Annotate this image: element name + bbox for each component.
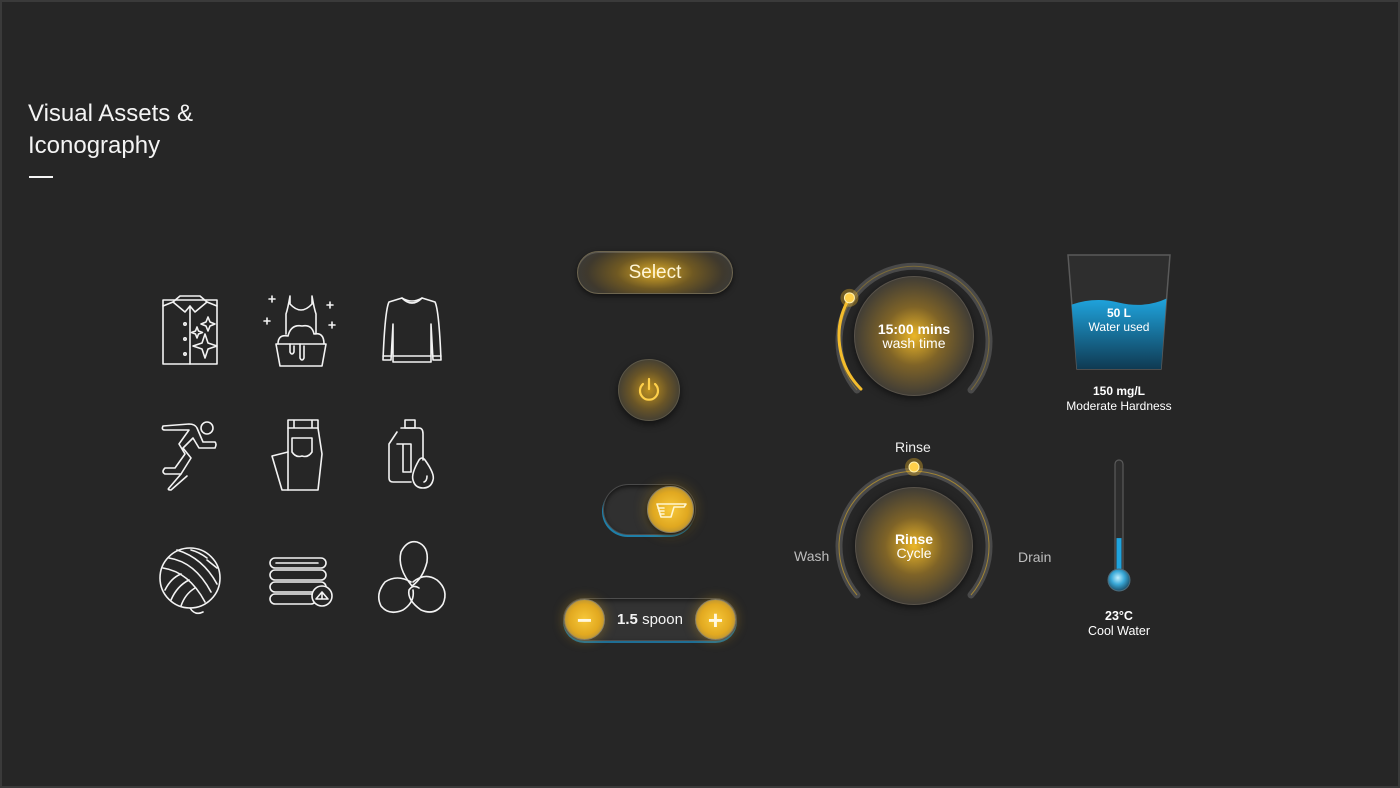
trefoil-knot-icon [367, 538, 457, 618]
cycle-label-drain[interactable]: Drain [1018, 549, 1051, 565]
hardness-caption: 150 mg/L Moderate Hardness [1049, 384, 1189, 414]
stepper-number: 1.5 [617, 611, 638, 628]
wash-time-dial[interactable]: 15:00 mins wash time [833, 255, 995, 417]
cycle-center: Rinse Cycle [855, 487, 973, 605]
timer-label: wash time [882, 335, 946, 351]
thermometer-bulb [1107, 568, 1131, 592]
detergent-bottle-drop-icon [367, 414, 457, 494]
running-person-icon [145, 414, 235, 494]
shirt-sparkle-icon [145, 290, 235, 370]
timer-center: 15:00 mins wash time [854, 276, 974, 396]
title-line-1: Visual Assets & [28, 100, 193, 127]
water-readout: 50 L Water used [1065, 306, 1173, 334]
increment-button[interactable]: + [695, 599, 736, 640]
temperature-label: Cool Water [1087, 624, 1151, 638]
canvas: Visual Assets & Iconography Select − 1.5… [0, 0, 1400, 788]
power-button[interactable] [618, 359, 680, 421]
temperature-gauge [1104, 458, 1134, 598]
timer-handle[interactable] [843, 292, 855, 304]
stepper-value: 1.5 spoon [617, 611, 683, 628]
tank-top-wash-basin-icon [256, 290, 346, 370]
cycle-label-wash[interactable]: Wash [794, 548, 829, 564]
water-amount: 50 L [1106, 306, 1131, 320]
yarn-ball-icon [145, 538, 235, 618]
water-label: Water used [1088, 320, 1150, 334]
cycle-dial[interactable]: Rinse Cycle [833, 458, 995, 627]
cycle-label-rinse[interactable]: Rinse [895, 439, 931, 455]
select-button[interactable]: Select [577, 251, 733, 294]
temperature-caption: 23°C Cool Water [1069, 609, 1169, 639]
hardness-value: 150 mg/L [1092, 384, 1146, 398]
page-title: Visual Assets & Iconography [28, 98, 288, 162]
timer-value: 15:00 mins [877, 321, 951, 337]
jeans-icon [256, 414, 346, 494]
stepper-unit: spoon [642, 611, 683, 628]
detergent-toggle[interactable] [603, 484, 696, 535]
detergent-scoop-icon [655, 502, 687, 518]
cycle-handle[interactable] [908, 461, 920, 473]
hardness-label: Moderate Hardness [1066, 399, 1172, 413]
dose-stepper: − 1.5 spoon + [563, 598, 737, 641]
toggle-knob[interactable] [647, 486, 694, 533]
cycle-center-line1: Rinse [894, 531, 934, 547]
sweater-icon [367, 290, 457, 370]
cycle-center-line2: Cycle [896, 545, 932, 561]
power-icon [638, 377, 660, 401]
decrement-button[interactable]: − [564, 599, 605, 640]
title-underline [29, 176, 53, 178]
title-line-2: Iconography [28, 132, 161, 159]
temperature-value: 23°C [1105, 609, 1133, 623]
folded-towels-icon [256, 538, 346, 618]
